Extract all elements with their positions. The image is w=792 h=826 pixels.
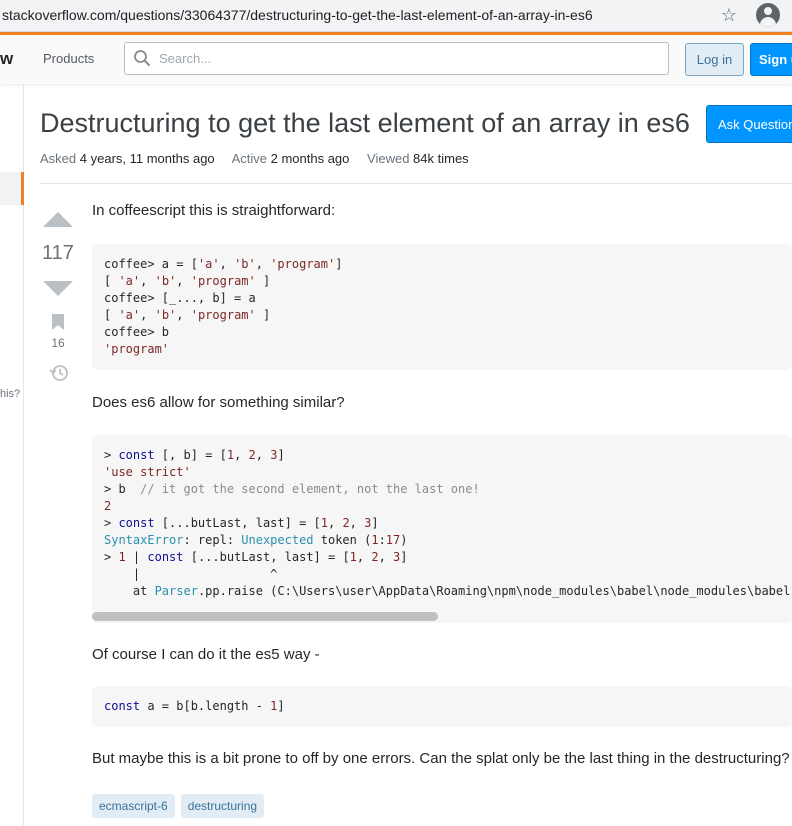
code-line: SyntaxError: repl: Unexpected token (1:1…	[104, 533, 408, 547]
ask-question-button[interactable]: Ask Question	[706, 105, 792, 143]
post-paragraph-1: In coffeescript this is straightforward:	[92, 202, 336, 219]
post-paragraph-2: Does es6 allow for something similar?	[92, 394, 345, 411]
code-line: coffee> a = ['a', 'b', 'program']	[104, 257, 343, 271]
question-meta: Asked 4 years, 11 months ago Active 2 mo…	[40, 151, 483, 166]
history-icon[interactable]	[49, 363, 69, 383]
site-logo[interactable]: w	[0, 49, 13, 69]
products-link[interactable]: Products	[43, 51, 94, 66]
bookmark-icon[interactable]	[51, 313, 65, 331]
code-line: > const [...butLast, last] = [1, 2, 3]	[104, 516, 379, 530]
active-label: Active	[231, 151, 267, 166]
tag-destructuring[interactable]: destructuring	[180, 794, 265, 818]
bookmark-star-icon[interactable]: ☆	[718, 4, 740, 26]
asked-label: Asked	[40, 151, 77, 166]
code-block-coffeescript: coffee> a = ['a', 'b', 'program'] [ 'a',…	[92, 244, 792, 370]
code-line: > b // it got the second element, not th…	[104, 482, 480, 496]
code-line: 2	[104, 499, 112, 513]
site-header: w Products Log in Sign up	[0, 32, 792, 84]
profile-icon[interactable]	[756, 3, 780, 27]
code-line: 'program'	[104, 342, 170, 356]
url-text[interactable]: stackoverflow.com/questions/33064377/des…	[2, 7, 593, 23]
code-line: const a = b[b.length - 1]	[104, 699, 285, 713]
code-line: [ 'a', 'b', 'program' ]	[104, 308, 271, 322]
upvote-arrow-icon[interactable]	[41, 210, 75, 228]
asked-value: 4 years, 11 months ago	[79, 151, 215, 166]
code-line: [ 'a', 'b', 'program' ]	[104, 274, 271, 288]
header-divider	[40, 183, 792, 184]
code-line: coffee> [_..., b] = a	[104, 291, 256, 305]
code-horizontal-scrollbar[interactable]	[92, 612, 438, 621]
tag-list: ecmascript-6 destructuring	[92, 794, 265, 818]
search-icon	[134, 50, 150, 66]
post-paragraph-3: Of course I can do it the es5 way -	[92, 646, 320, 663]
code-line: 'use strict'	[104, 465, 191, 479]
downvote-arrow-icon[interactable]	[41, 280, 75, 298]
active-value[interactable]: 2 months ago	[271, 151, 350, 166]
question-title[interactable]: Destructuring to get the last element of…	[40, 108, 690, 139]
search-box[interactable]	[124, 42, 669, 75]
signup-button[interactable]: Sign up	[750, 43, 792, 76]
search-input[interactable]	[157, 43, 657, 74]
code-line: > 1 | const [...butLast, last] = [1, 2, …	[104, 550, 408, 564]
post-paragraph-4: But maybe this is a bit prone to off by …	[92, 750, 790, 767]
browser-address-bar[interactable]: stackoverflow.com/questions/33064377/des…	[0, 0, 792, 32]
code-block-es5: const a = b[b.length - 1]	[92, 686, 792, 727]
code-line: > const [, b] = [1, 2, 3]	[104, 448, 285, 462]
vote-count: 117	[42, 242, 74, 264]
login-button[interactable]: Log in	[685, 43, 744, 76]
code-block-es6: > const [, b] = [1, 2, 3] 'use strict' >…	[92, 435, 792, 623]
sidebar-active-item[interactable]	[0, 172, 24, 205]
viewed-label: Viewed	[367, 151, 410, 166]
code-line: | ^	[104, 567, 278, 581]
code-line: coffee> b	[104, 325, 170, 339]
sidebar-fragment-text[interactable]: his?	[0, 388, 20, 400]
tag-ecmascript-6[interactable]: ecmascript-6	[92, 794, 175, 818]
viewed-value: 84k times	[413, 151, 469, 166]
bookmark-count: 16	[51, 336, 65, 350]
code-line: at Parser.pp.raise (C:\Users\user\AppDat…	[104, 584, 792, 598]
